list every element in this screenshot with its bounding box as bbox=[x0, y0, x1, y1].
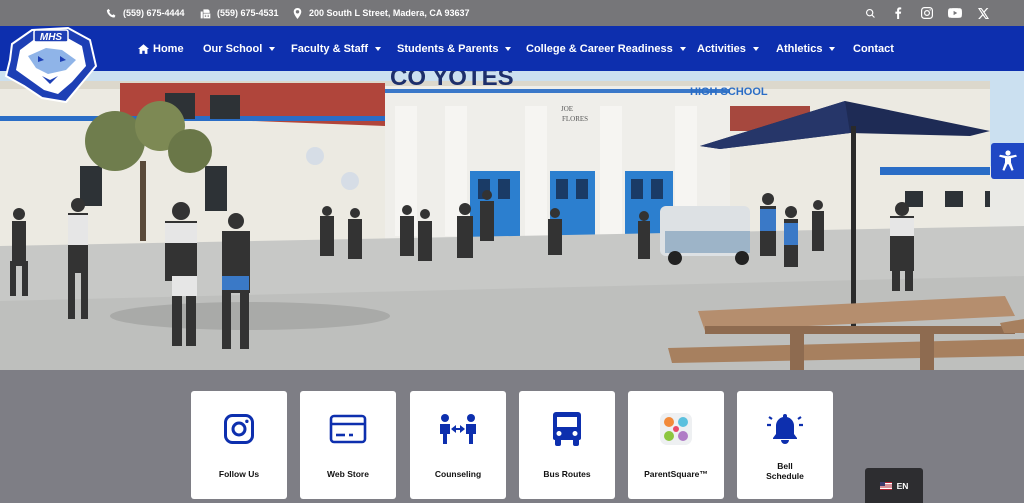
card-follow-us[interactable]: Follow Us bbox=[191, 391, 287, 499]
card-label: Counseling bbox=[434, 469, 482, 479]
nav-label: College & Career Readiness bbox=[526, 42, 673, 55]
nav-home-label: Home bbox=[153, 42, 184, 55]
address-text: 200 South L Street, Madera, CA 93637 bbox=[309, 8, 470, 18]
chevron-down-icon bbox=[269, 46, 276, 51]
card-label-line1: Bell bbox=[777, 461, 793, 471]
nav-students-parents[interactable]: Students & Parents bbox=[397, 26, 512, 71]
nav-contact-label: Contact bbox=[853, 42, 894, 55]
hero-campus-photo: CO YOTES HIGH SCHOOL JOE FLORES bbox=[0, 71, 1024, 370]
accessibility-icon bbox=[998, 150, 1017, 171]
phone-contact[interactable]: (559) 675-4444 bbox=[106, 0, 185, 26]
us-flag-icon bbox=[879, 481, 892, 490]
nav-home[interactable]: Home bbox=[138, 26, 184, 71]
nav-label: Our School bbox=[203, 42, 263, 55]
card-label: ParentSquare™ bbox=[644, 469, 708, 479]
card-bus-routes[interactable]: Bus Routes bbox=[519, 391, 615, 499]
bus-icon bbox=[553, 412, 581, 446]
nav-faculty-staff[interactable]: Faculty & Staff bbox=[291, 26, 382, 71]
card-label-line2: Schedule bbox=[766, 471, 804, 481]
phone-number-2: (559) 675-4531 bbox=[217, 8, 279, 18]
nav-athletics[interactable]: Athletics bbox=[776, 26, 836, 71]
instagram-link[interactable] bbox=[918, 0, 936, 26]
nav-contact[interactable]: Contact bbox=[853, 26, 894, 71]
card-counseling[interactable]: Counseling bbox=[410, 391, 506, 499]
address-contact[interactable]: 200 South L Street, Madera, CA 93637 bbox=[292, 0, 470, 26]
instagram-icon bbox=[921, 7, 933, 19]
main-navigation: Home Our School Faculty & Staff Students… bbox=[0, 26, 1024, 71]
top-contact-bar: (559) 675-4444 (559) 675-4531 200 South … bbox=[0, 0, 1024, 26]
phone-number-1: (559) 675-4444 bbox=[123, 8, 185, 18]
home-icon bbox=[138, 43, 149, 54]
coyote-logo-icon: MHS bbox=[4, 26, 98, 104]
card-label: Web Store bbox=[327, 469, 369, 479]
card-label: Bell Schedule bbox=[737, 461, 833, 481]
search-icon bbox=[865, 8, 875, 18]
hero-plaque-line2: FLORES bbox=[562, 115, 588, 123]
map-marker-icon bbox=[293, 7, 302, 19]
people-arrows-icon bbox=[440, 414, 476, 444]
x-link[interactable] bbox=[974, 0, 992, 26]
fax-icon bbox=[200, 8, 211, 18]
card-bell-schedule[interactable]: Bell Schedule bbox=[737, 391, 833, 499]
nav-label: Students & Parents bbox=[397, 42, 499, 55]
school-logo[interactable]: MHS bbox=[2, 26, 98, 106]
x-icon bbox=[977, 7, 989, 19]
chevron-down-icon bbox=[829, 46, 836, 51]
youtube-icon bbox=[948, 8, 962, 18]
logo-text: MHS bbox=[40, 32, 63, 43]
parentsquare-icon bbox=[660, 413, 692, 445]
nav-label: Faculty & Staff bbox=[291, 42, 369, 55]
chevron-down-icon bbox=[752, 46, 759, 51]
language-code: EN bbox=[896, 480, 909, 491]
hero-plaque-line1: JOE bbox=[561, 105, 573, 113]
language-switcher[interactable]: EN bbox=[865, 468, 923, 503]
nav-college-career[interactable]: College & Career Readiness bbox=[526, 26, 686, 71]
chevron-down-icon bbox=[679, 46, 686, 51]
nav-activities[interactable]: Activities bbox=[697, 26, 759, 71]
card-label: Bus Routes bbox=[543, 469, 591, 479]
accessibility-button[interactable] bbox=[991, 143, 1024, 179]
nav-our-school[interactable]: Our School bbox=[203, 26, 276, 71]
chevron-down-icon bbox=[375, 46, 382, 51]
svg-text:CO YOTES: CO YOTES bbox=[390, 71, 514, 91]
bell-icon bbox=[767, 414, 803, 444]
instagram-icon bbox=[224, 414, 254, 444]
nav-label: Activities bbox=[697, 42, 746, 55]
facebook-link[interactable] bbox=[889, 0, 907, 26]
credit-card-icon bbox=[329, 414, 367, 444]
chevron-down-icon bbox=[505, 46, 512, 51]
card-web-store[interactable]: Web Store bbox=[300, 391, 396, 499]
nav-label: Athletics bbox=[776, 42, 823, 55]
phone-icon bbox=[106, 8, 116, 18]
fax-contact[interactable]: (559) 675-4531 bbox=[200, 0, 279, 26]
hero-sign-text: HIGH SCHOOL bbox=[690, 86, 768, 98]
youtube-link[interactable] bbox=[946, 0, 964, 26]
card-parentsquare[interactable]: ParentSquare™ bbox=[628, 391, 724, 499]
search-button[interactable] bbox=[861, 0, 879, 26]
facebook-icon bbox=[895, 7, 902, 19]
card-label: Follow Us bbox=[218, 469, 260, 479]
